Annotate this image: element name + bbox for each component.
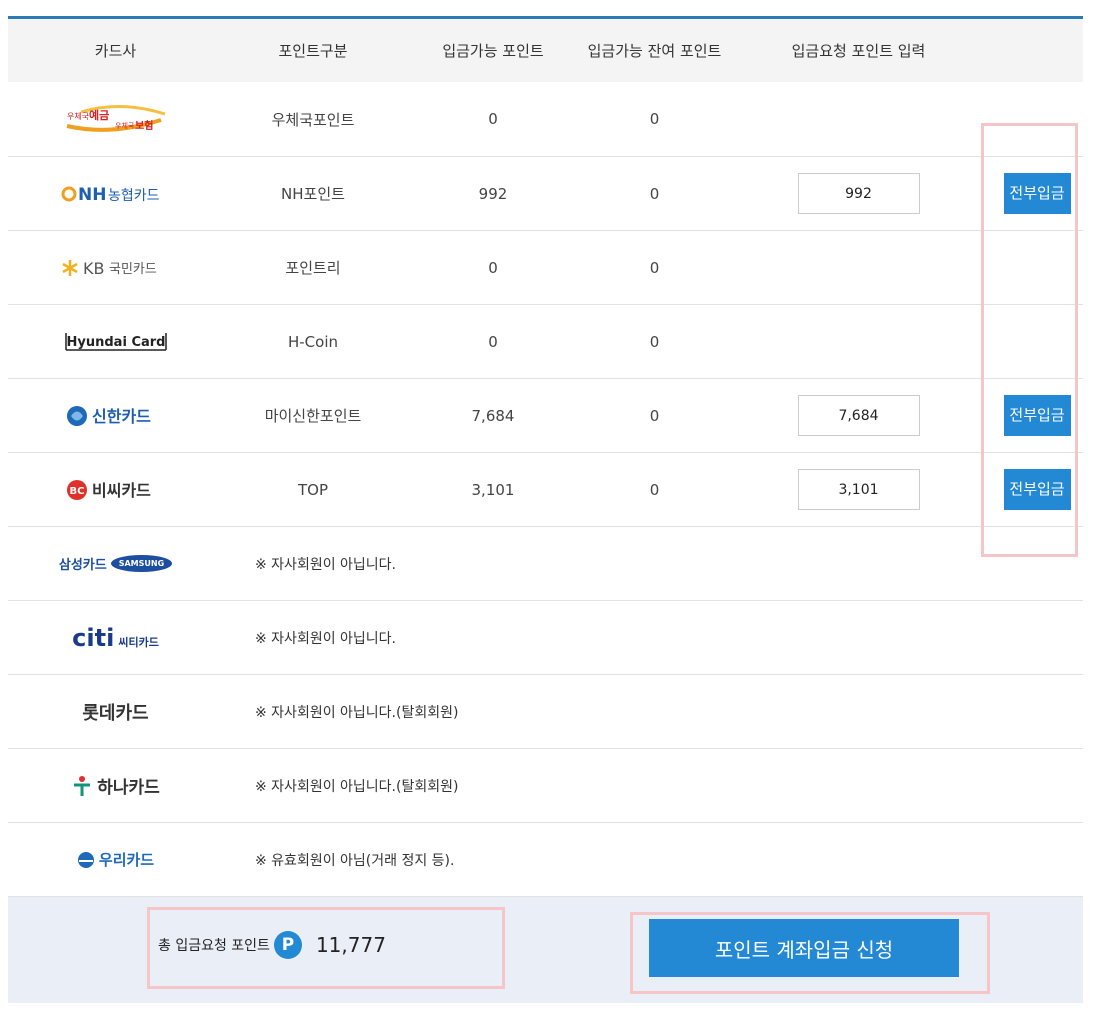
hyundai-card-logo-icon: Hyundai Card [64, 332, 167, 351]
logo-bc: BC 비씨카드 [8, 477, 223, 503]
kb-card-logo-icon: KB 국민카드 [61, 259, 157, 278]
lotte-card-logo-text: 롯데카드 [82, 702, 149, 724]
non-member-note: ※ 자사회원이 아닙니다. [255, 630, 397, 647]
remaining-points: 0 [649, 332, 660, 351]
svg-text:NH: NH [78, 185, 106, 205]
svg-text:보험: 보험 [135, 119, 153, 132]
point-type: TOP [297, 480, 328, 499]
samsung-card-logo-text: 삼성카드 [58, 558, 107, 573]
points-table: 카드사 포인트구분 입금가능 포인트 입금가능 잔여 포인트 입금요청 포인트 … [8, 16, 1083, 897]
table-row: 롯데카드 ※ 자사회원이 아닙니다.(탈회회원) [8, 675, 1083, 749]
logo-hyundai: Hyundai Card [8, 330, 223, 354]
svg-text:우체국: 우체국 [115, 122, 135, 130]
available-points: 7,684 [471, 406, 515, 425]
shinhan-card-logo-icon: 신한카드 [66, 405, 151, 426]
citi-card-sub-text: 씨티카드 [118, 635, 159, 649]
table-row: 신한카드 마이신한포인트 7,684 0 전부입금 [8, 379, 1083, 453]
table-row: 하나카드 ※ 자사회원이 아닙니다.(탈회회원) [8, 749, 1083, 823]
svg-text:농협카드: 농협카드 [108, 188, 160, 204]
svg-text:비씨카드: 비씨카드 [92, 481, 151, 500]
non-member-note: ※ 자사회원이 아닙니다. [255, 556, 397, 573]
svg-text:신한카드: 신한카드 [92, 407, 151, 426]
deposit-all-button[interactable]: 전부입금 [1003, 395, 1071, 436]
svg-text:Hyundai Card: Hyundai Card [66, 335, 165, 350]
non-member-note: ※ 유효회원이 아님(거래 정지 등). [255, 852, 455, 869]
table-row: Hyundai Card H-Coin 0 0 [8, 305, 1083, 379]
available-points: 992 [478, 184, 508, 203]
request-points-input[interactable] [797, 395, 920, 436]
available-points: 3,101 [471, 480, 515, 499]
samsung-badge-icon: SAMSUNG [110, 555, 173, 572]
point-type: 마이신한포인트 [264, 407, 362, 425]
table-row: KB 국민카드 포인트리 0 0 [8, 231, 1083, 305]
bc-card-logo-icon: BC 비씨카드 [66, 479, 151, 500]
point-type: NH포인트 [281, 185, 345, 203]
remaining-points: 0 [649, 480, 660, 499]
woori-logo-icon [77, 851, 94, 868]
available-points: 0 [488, 258, 498, 277]
svg-text:국민카드: 국민카드 [109, 262, 157, 277]
header-card-company: 카드사 [94, 42, 137, 60]
request-points-input[interactable] [797, 173, 920, 214]
svg-text:우체국: 우체국 [67, 111, 89, 121]
header-available-points: 입금가능 포인트 [442, 42, 544, 60]
non-member-note: ※ 자사회원이 아닙니다.(탈회회원) [255, 778, 459, 795]
remaining-points: 0 [649, 110, 660, 128]
logo-lotte: 롯데카드 [8, 699, 223, 725]
available-points: 0 [488, 110, 498, 128]
available-points: 0 [488, 332, 498, 351]
nh-card-logo-icon: NH 농협카드 [61, 185, 160, 205]
post-office-logo-icon: 우체국 예금 우체국 보험 [66, 105, 165, 132]
logo-citi: citi 씨티카드 [8, 624, 223, 652]
table-row: citi 씨티카드 ※ 자사회원이 아닙니다. [8, 601, 1083, 675]
request-points-input[interactable] [797, 469, 920, 510]
point-type: H-Coin [287, 332, 339, 351]
non-member-note: ※ 자사회원이 아닙니다.(탈회회원) [255, 704, 459, 721]
svg-text:KB: KB [83, 259, 104, 278]
point-badge-icon: P [273, 931, 302, 959]
hana-logo-icon [74, 775, 91, 796]
total-request-points: 총 입금요청 포인트 P 11,777 [158, 931, 386, 959]
logo-post-office: 우체국 예금 우체국 보험 [8, 102, 223, 136]
logo-hana: 하나카드 [8, 773, 223, 798]
total-label: 총 입금요청 포인트 [158, 938, 270, 954]
header-request-points: 입금요청 포인트 입력 [791, 42, 926, 60]
remaining-points: 0 [649, 406, 660, 425]
svg-text:예금: 예금 [89, 108, 109, 122]
logo-nh: NH 농협카드 [8, 182, 223, 206]
table-row: 삼성카드 SAMSUNG ※ 자사회원이 아닙니다. [8, 527, 1083, 601]
header-remaining-points: 입금가능 잔여 포인트 [587, 42, 722, 60]
svg-text:BC: BC [69, 486, 84, 497]
header-point-type: 포인트구분 [278, 42, 348, 60]
hana-card-logo-text: 하나카드 [97, 778, 160, 798]
logo-kb: KB 국민카드 [8, 256, 223, 280]
logo-samsung: 삼성카드 SAMSUNG [8, 554, 223, 573]
woori-card-logo-text: 우리카드 [98, 851, 155, 869]
citi-logo-text: citi [72, 623, 115, 652]
submit-point-deposit-button[interactable]: 포인트 계좌입금 신청 [649, 919, 959, 977]
table-header: 카드사 포인트구분 입금가능 포인트 입금가능 잔여 포인트 입금요청 포인트 … [8, 19, 1083, 82]
table-row: BC 비씨카드 TOP 3,101 0 전부입금 [8, 453, 1083, 527]
remaining-points: 0 [649, 258, 660, 277]
logo-shinhan: 신한카드 [8, 403, 223, 429]
point-type: 우체국포인트 [271, 110, 355, 129]
summary-footer: 총 입금요청 포인트 P 11,777 포인트 계좌입금 신청 [8, 897, 1083, 1003]
remaining-points: 0 [649, 184, 660, 203]
deposit-all-button[interactable]: 전부입금 [1003, 469, 1071, 510]
table-row: NH 농협카드 NH포인트 992 0 전부입금 [8, 157, 1083, 231]
deposit-all-button[interactable]: 전부입금 [1003, 173, 1071, 214]
total-value: 11,777 [315, 933, 386, 957]
table-row: 우체국 예금 우체국 보험 우체국포인트 0 0 [8, 82, 1083, 157]
table-row: 우리카드 ※ 유효회원이 아님(거래 정지 등). [8, 823, 1083, 897]
point-type: 포인트리 [285, 259, 341, 277]
logo-woori: 우리카드 [8, 849, 223, 870]
